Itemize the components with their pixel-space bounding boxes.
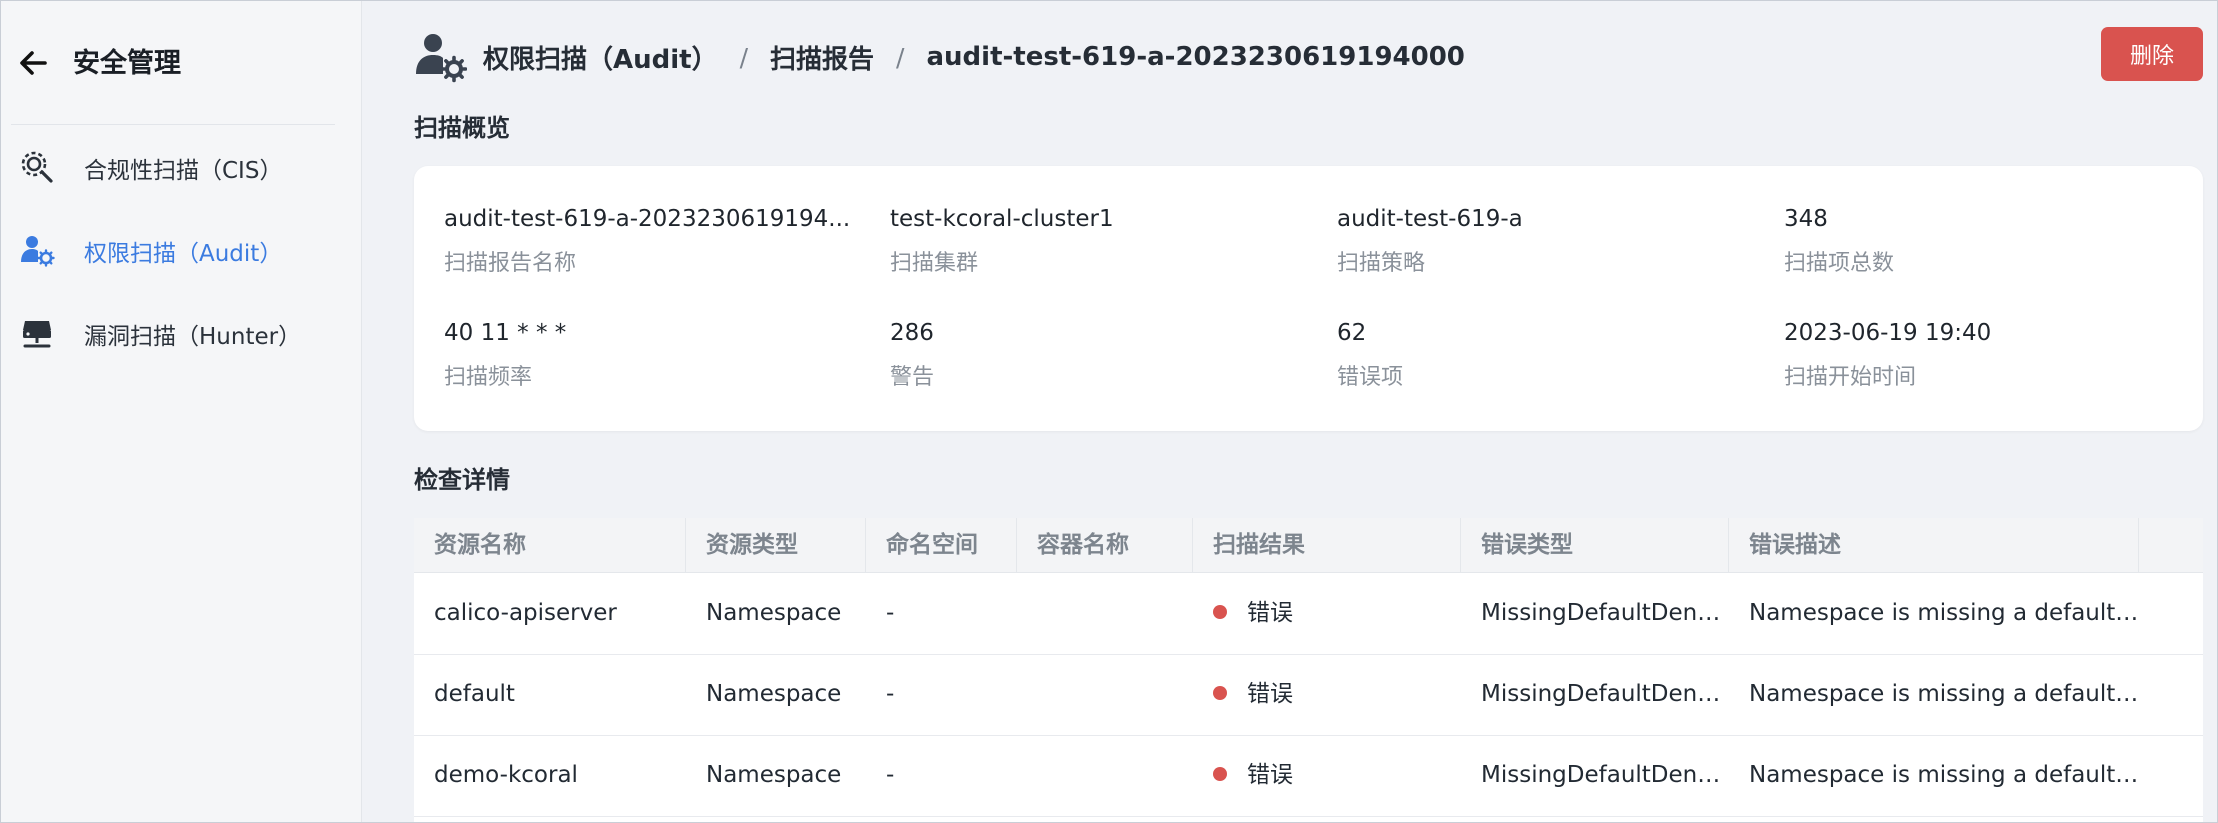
scan-result-text: 错误 bbox=[1247, 681, 1293, 707]
overview-total-items: 348 扫描项总数 bbox=[1784, 206, 2194, 277]
cell-error-desc: Namespace is missing a default d... bbox=[1749, 600, 2139, 626]
cell-error-type: MissingDefaultDeny... bbox=[1481, 600, 1729, 626]
overview-label: 扫描项总数 bbox=[1784, 251, 1895, 276]
breadcrumb-current-report: audit-test-619-a-2023230619194000 bbox=[926, 42, 1465, 72]
breadcrumb-separator: / bbox=[739, 42, 749, 72]
column-header[interactable]: 资源类型 bbox=[686, 518, 866, 572]
cell-resource-name: calico-apiserver bbox=[434, 600, 617, 626]
table-row[interactable]: calico-apiserver Namespace - 错误 MissingD… bbox=[414, 573, 2203, 655]
overview-label: 扫描策略 bbox=[1337, 251, 1426, 276]
overview-cluster: test-kcoral-cluster1 扫描集群 bbox=[890, 206, 1300, 277]
table-row[interactable]: default Namespace - 错误 MissingDefaultDen… bbox=[414, 654, 2203, 736]
breadcrumb-separator: / bbox=[896, 42, 905, 72]
error-status-dot bbox=[1213, 604, 1227, 619]
scan-result-text: 错误 bbox=[1247, 762, 1293, 788]
breadcrumb: 权限扫描（Audit） / 扫描报告 / audit-test-619-a-20… bbox=[413, 30, 1465, 84]
overview-frequency: 40 11 * * * 扫描频率 bbox=[444, 320, 854, 391]
cell-scan-result: 错误 bbox=[1193, 654, 1461, 735]
scan-result-text: 错误 bbox=[1247, 600, 1293, 626]
overview-report-name: audit-test-619-a-2023230619194... 扫描报告名称 bbox=[444, 206, 854, 277]
vulnerability-scan-icon bbox=[23, 321, 51, 348]
column-header[interactable]: 容器名称 bbox=[1017, 518, 1193, 572]
cell-error-type: MissingDefaultDeny... bbox=[1481, 681, 1729, 707]
sidebar-title: 安全管理 bbox=[73, 48, 181, 79]
sidebar-header: 安全管理 bbox=[1, 1, 361, 125]
sidebar-item-hunter[interactable]: 漏洞扫描（Hunter） bbox=[1, 303, 361, 363]
overview-title: 扫描概览 bbox=[414, 114, 510, 142]
overview-label: 扫描频率 bbox=[444, 365, 533, 390]
overview-value: 348 bbox=[1784, 206, 1828, 232]
cell-resource-name: default bbox=[434, 681, 515, 707]
permission-scan-icon bbox=[21, 236, 55, 267]
table-header: 资源名称 资源类型 命名空间 容器名称 扫描结果 错误类型 错误描述 bbox=[414, 518, 2203, 573]
sidebar-item-label: 权限扫描（Audit） bbox=[84, 241, 283, 267]
sidebar-item-label: 合规性扫描（CIS） bbox=[84, 158, 283, 184]
overview-label: 错误项 bbox=[1337, 365, 1404, 390]
cell-resource-type: Namespace bbox=[706, 600, 842, 626]
compliance-scan-icon bbox=[21, 151, 53, 183]
table-row[interactable]: demo-kcoral Namespace - 错误 MissingDefaul… bbox=[414, 735, 2203, 817]
overview-card: audit-test-619-a-2023230619194... 扫描报告名称… bbox=[414, 166, 2203, 431]
breadcrumb-reports[interactable]: 扫描报告 bbox=[770, 39, 874, 76]
cell-resource-name: demo-kcoral bbox=[434, 762, 578, 788]
overview-value: audit-test-619-a-2023230619194... bbox=[444, 206, 851, 232]
overview-start-time: 2023-06-19 19:40 扫描开始时间 bbox=[1784, 320, 2194, 391]
error-status-dot bbox=[1213, 766, 1227, 781]
arrow-left-icon[interactable] bbox=[15, 45, 51, 81]
overview-value: test-kcoral-cluster1 bbox=[890, 206, 1114, 232]
column-header[interactable]: 资源名称 bbox=[414, 518, 686, 572]
overview-label: 警告 bbox=[890, 365, 935, 390]
details-title: 检查详情 bbox=[414, 466, 510, 494]
cell-resource-type: Namespace bbox=[706, 681, 842, 707]
cell-scan-result: 错误 bbox=[1193, 573, 1461, 654]
overview-value: 62 bbox=[1337, 320, 1367, 346]
cell-resource-type: Namespace bbox=[706, 762, 842, 788]
sidebar-item-cis[interactable]: 合规性扫描（CIS） bbox=[1, 137, 361, 197]
cell-namespace: - bbox=[886, 762, 895, 788]
cell-error-type: MissingDefaultDeny... bbox=[1481, 762, 1729, 788]
breadcrumb-audit[interactable]: 权限扫描（Audit） bbox=[483, 39, 718, 76]
error-status-dot bbox=[1213, 685, 1227, 700]
sidebar-divider bbox=[11, 124, 335, 125]
column-header[interactable]: 命名空间 bbox=[866, 518, 1017, 572]
cell-error-desc: Namespace is missing a default d... bbox=[1749, 762, 2139, 788]
sidebar: 安全管理 合规性扫描（CIS） 权限扫描（Audit） 漏洞扫描（Hunter） bbox=[1, 1, 362, 822]
overview-label: 扫描开始时间 bbox=[1784, 365, 1917, 390]
sidebar-item-audit[interactable]: 权限扫描（Audit） bbox=[1, 220, 361, 280]
overview-value: 286 bbox=[890, 320, 934, 346]
overview-value: audit-test-619-a bbox=[1337, 206, 1523, 232]
column-header[interactable]: 错误描述 bbox=[1729, 518, 2139, 572]
column-header[interactable]: 错误类型 bbox=[1461, 518, 1729, 572]
overview-policy: audit-test-619-a 扫描策略 bbox=[1337, 206, 1747, 277]
cell-container bbox=[1017, 735, 1193, 816]
user-gear-icon bbox=[416, 34, 467, 83]
overview-value: 40 11 * * * bbox=[444, 320, 567, 346]
overview-label: 扫描报告名称 bbox=[444, 251, 577, 276]
delete-button[interactable]: 删除 bbox=[2101, 27, 2203, 81]
sidebar-item-label: 漏洞扫描（Hunter） bbox=[84, 324, 302, 350]
cell-scan-result: 错误 bbox=[1193, 735, 1461, 816]
cell-container bbox=[1017, 573, 1193, 654]
overview-errors: 62 错误项 bbox=[1337, 320, 1747, 391]
cell-namespace: - bbox=[886, 600, 895, 626]
cell-container bbox=[1017, 654, 1193, 735]
details-table: 资源名称 资源类型 命名空间 容器名称 扫描结果 错误类型 错误描述 calic… bbox=[414, 518, 2203, 823]
column-header-actions bbox=[2139, 518, 2203, 572]
column-header[interactable]: 扫描结果 bbox=[1193, 518, 1461, 572]
cell-namespace: - bbox=[886, 681, 895, 707]
overview-warnings: 286 警告 bbox=[890, 320, 1300, 391]
cell-error-desc: Namespace is missing a default d... bbox=[1749, 681, 2139, 707]
overview-label: 扫描集群 bbox=[890, 251, 979, 276]
overview-value: 2023-06-19 19:40 bbox=[1784, 320, 1992, 346]
